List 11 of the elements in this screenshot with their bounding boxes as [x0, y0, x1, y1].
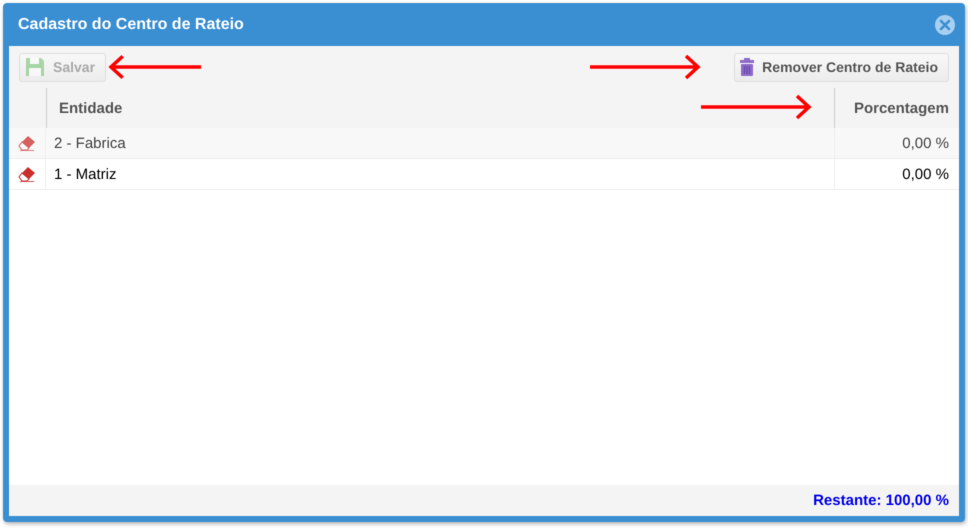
- window-title: Cadastro do Centro de Rateio: [18, 16, 244, 34]
- close-icon[interactable]: [935, 14, 955, 34]
- table-cell-text: 2 - Fabrica: [53, 134, 127, 154]
- eraser-icon[interactable]: [18, 166, 36, 182]
- table-cell: 0,00 %: [834, 159, 959, 189]
- remaining-total: Restante: 100,00 %: [813, 492, 949, 509]
- trash-icon: [740, 58, 754, 76]
- table-cell-text: 1 - Matriz: [53, 164, 118, 184]
- remove-button[interactable]: Remover Centro de Rateio: [734, 52, 949, 82]
- eraser-icon[interactable]: [18, 135, 36, 151]
- table-cell: 0,00 %: [834, 128, 959, 158]
